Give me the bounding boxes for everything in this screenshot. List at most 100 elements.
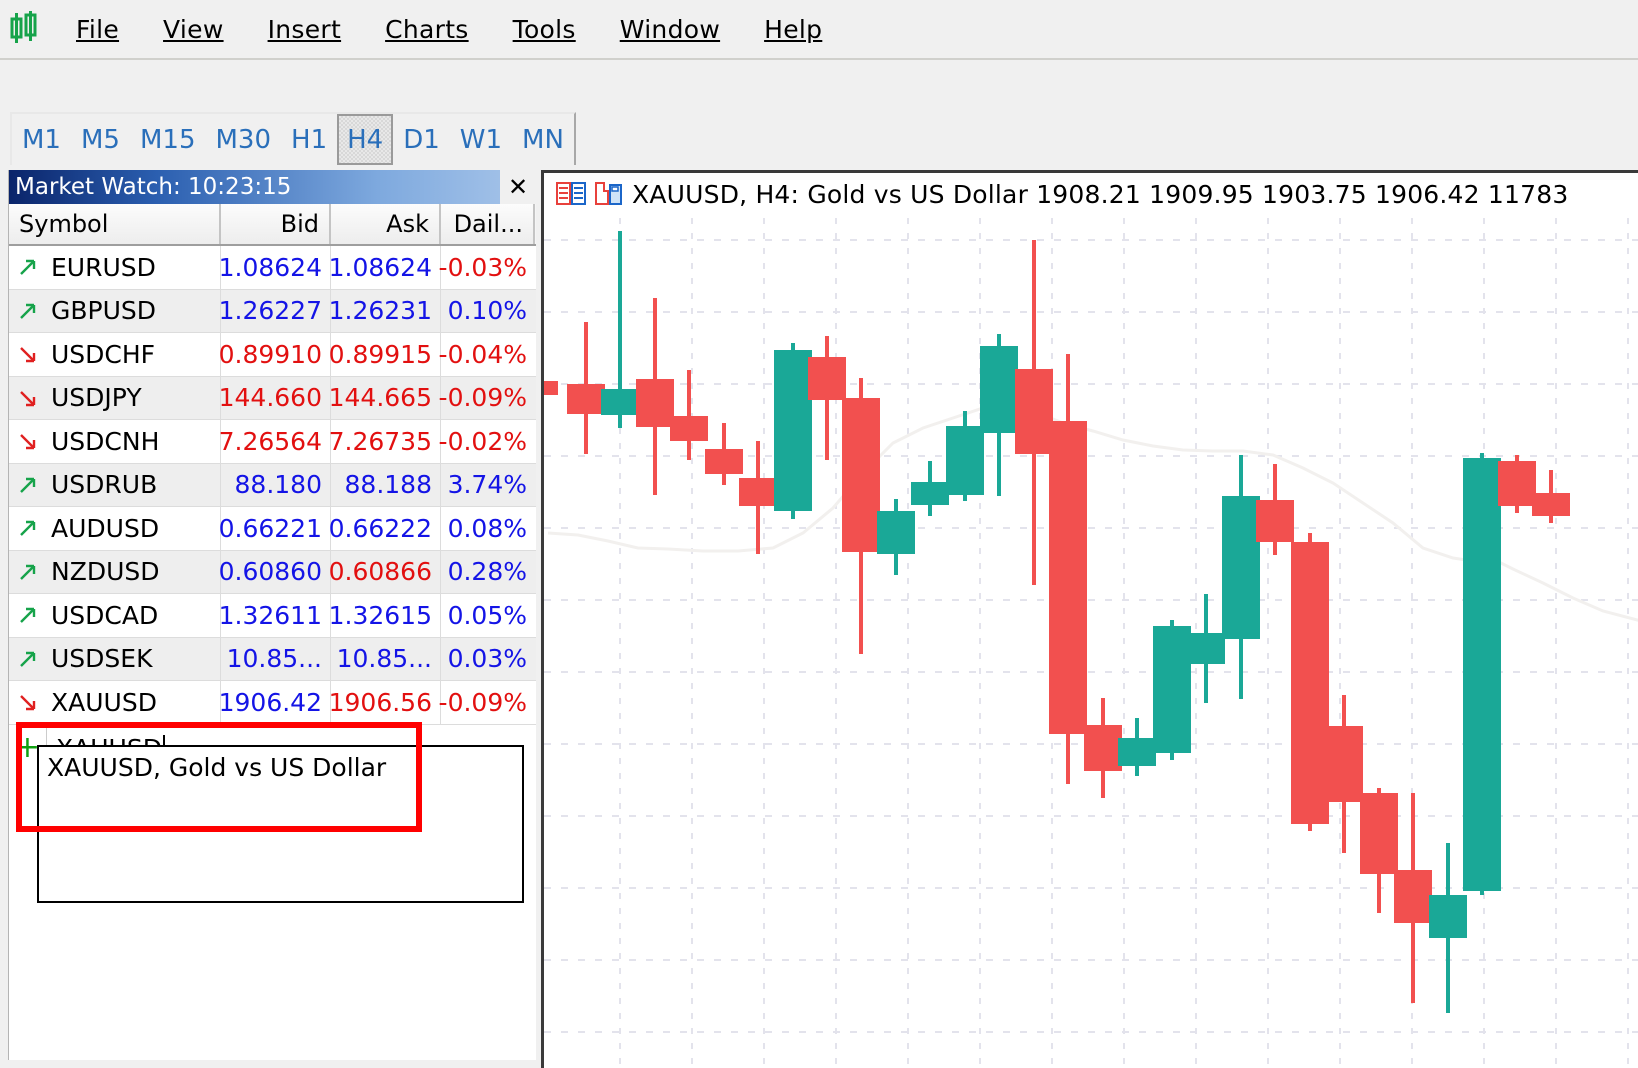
cell-ask: 144.665 [329,376,441,419]
cell-bid: 0.89910 [219,333,331,376]
cell-symbol: AUDUSD [9,507,221,550]
table-row[interactable]: XAUUSD 1906.42 1906.56 -0.09% [9,681,536,725]
timeframe-d1[interactable]: D1 [393,114,450,165]
table-row[interactable]: USDCHF 0.89910 0.89915 -0.04% [9,333,536,377]
trend-up-icon [17,561,39,583]
cell-bid: 1.32611 [219,594,331,637]
cell-daily: 0.03% [447,644,527,674]
symbol-label: GBPUSD [51,296,157,326]
menu-window[interactable]: Window [598,11,742,48]
cell-bid: 88.180 [221,463,331,506]
market-watch-title: Market Watch: 10:23:15 [15,174,292,200]
menu-tools[interactable]: Tools [491,11,598,48]
metatrader-window: File View Insert Charts Tools Window Hel… [0,0,1638,1068]
trend-up-icon [17,474,39,496]
cell-ask: 1.26231 [329,289,441,332]
chart-window: XAUUSD, H4: Gold vs US Dollar 1908.21 19… [541,170,1638,1068]
cell-ask: 0.89915 [329,333,441,376]
menu-file-label: File [76,14,120,44]
menu-view[interactable]: View [141,11,246,48]
cell-symbol: USDJPY [9,376,221,419]
column-header-bid[interactable]: Bid [221,204,331,244]
table-row[interactable]: EURUSD 1.08624 1.08624 -0.03% [9,246,536,290]
chart-window-icon[interactable] [594,181,624,207]
market-watch-title-bar: Market Watch: 10:23:15 ✕ [9,170,536,204]
timeframe-h4[interactable]: H4 [337,114,394,165]
menu-charts[interactable]: Charts [363,11,491,48]
symbol-label: USDCAD [51,600,159,630]
timeframe-h4-label: H4 [347,124,384,155]
cell-symbol: XAUUSD [9,681,221,724]
cell-symbol: EURUSD [9,246,221,289]
timeframe-mn-label: MN [522,124,564,155]
menu-insert[interactable]: Insert [246,11,364,48]
symbol-label: USDSEK [51,644,153,674]
cell-ask: 0.60866 [329,550,441,593]
table-row[interactable]: USDSEK 10.85... 10.85... 0.03% [9,637,536,681]
table-row[interactable]: USDRUB 88.180 88.188 3.74% [9,463,536,507]
timeframe-m30[interactable]: M30 [206,114,282,165]
chart-plot-area[interactable] [544,173,1638,1068]
cell-daily: 0.28% [447,557,527,587]
trend-up-icon [17,604,39,626]
cell-ask: 0.66222 [329,507,441,550]
chart-header: XAUUSD, H4: Gold vs US Dollar 1908.21 19… [544,173,1638,215]
timeframe-m1[interactable]: M1 [12,114,71,165]
cell-symbol: USDSEK [9,637,221,680]
timeframe-d1-label: D1 [403,124,440,155]
timeframe-m1-label: M1 [22,124,61,155]
column-header-daily[interactable]: Dail... [441,204,535,244]
market-watch-rows: EURUSD 1.08624 1.08624 -0.03% GBPUSD 1.26227 1… [9,246,536,725]
timeframe-m15-label: M15 [139,124,196,155]
table-row[interactable]: NZDUSD 0.60860 0.60866 0.28% [9,550,536,594]
symbol-label: EURUSD [51,252,156,282]
menu-help[interactable]: Help [742,11,844,48]
symbol-label: USDRUB [51,470,158,500]
cell-daily: -0.02% [438,426,527,456]
trend-up-icon [17,648,39,670]
candlestick-series [544,231,1638,1013]
cell-daily: -0.09% [438,383,527,413]
timeframe-m5[interactable]: M5 [71,114,130,165]
cell-daily: 0.08% [447,513,527,543]
timeframe-mn[interactable]: MN [512,114,574,165]
trend-up-icon [17,517,39,539]
cell-daily: 0.05% [447,600,527,630]
autocomplete-option-xauusd[interactable]: XAUUSD, Gold vs US Dollar [39,747,522,788]
cell-bid: 1906.42 [219,681,331,724]
column-header-ask[interactable]: Ask [331,204,441,244]
table-row[interactable]: USDJPY 144.660 144.665 -0.09% [9,376,536,420]
trend-up-icon [17,300,39,322]
menu-view-label: View [163,14,224,44]
symbol-label: USDCNH [51,426,160,456]
trend-down-icon [17,343,39,365]
data-window-icon[interactable] [556,181,586,207]
cell-ask: 88.188 [331,463,441,506]
cell-ask: 1.32615 [329,594,441,637]
cell-ask: 1906.56 [329,681,441,724]
table-row[interactable]: GBPUSD 1.26227 1.26231 0.10% [9,289,536,333]
column-header-symbol[interactable]: Symbol [9,204,221,244]
market-watch-header: Symbol Bid Ask Dail... [9,204,536,246]
candlestick-logo-icon [4,9,44,49]
trend-down-icon [17,387,39,409]
menu-help-label: Help [764,14,823,44]
symbol-autocomplete-dropdown[interactable]: XAUUSD, Gold vs US Dollar [37,745,524,903]
cell-daily: -0.03% [438,252,527,282]
close-icon[interactable]: ✕ [500,170,536,204]
trend-down-icon [17,430,39,452]
table-row[interactable]: AUDUSD 0.66221 0.66222 0.08% [9,507,536,551]
symbol-label: USDJPY [51,383,142,413]
table-row[interactable]: USDCNH 7.26564 7.26735 -0.02% [9,420,536,464]
timeframe-m15[interactable]: M15 [130,114,206,165]
cell-daily: -0.09% [438,687,527,717]
cell-daily: 3.74% [447,470,527,500]
menu-file[interactable]: File [54,11,141,48]
cell-symbol: USDCNH [9,420,221,463]
toolbar-band [0,62,1638,112]
table-row[interactable]: USDCAD 1.32611 1.32615 0.05% [9,594,536,638]
timeframe-h1[interactable]: H1 [281,114,337,165]
cell-bid: 0.60860 [219,550,331,593]
menu-tools-label: Tools [512,14,576,44]
timeframe-w1[interactable]: W1 [450,114,512,165]
